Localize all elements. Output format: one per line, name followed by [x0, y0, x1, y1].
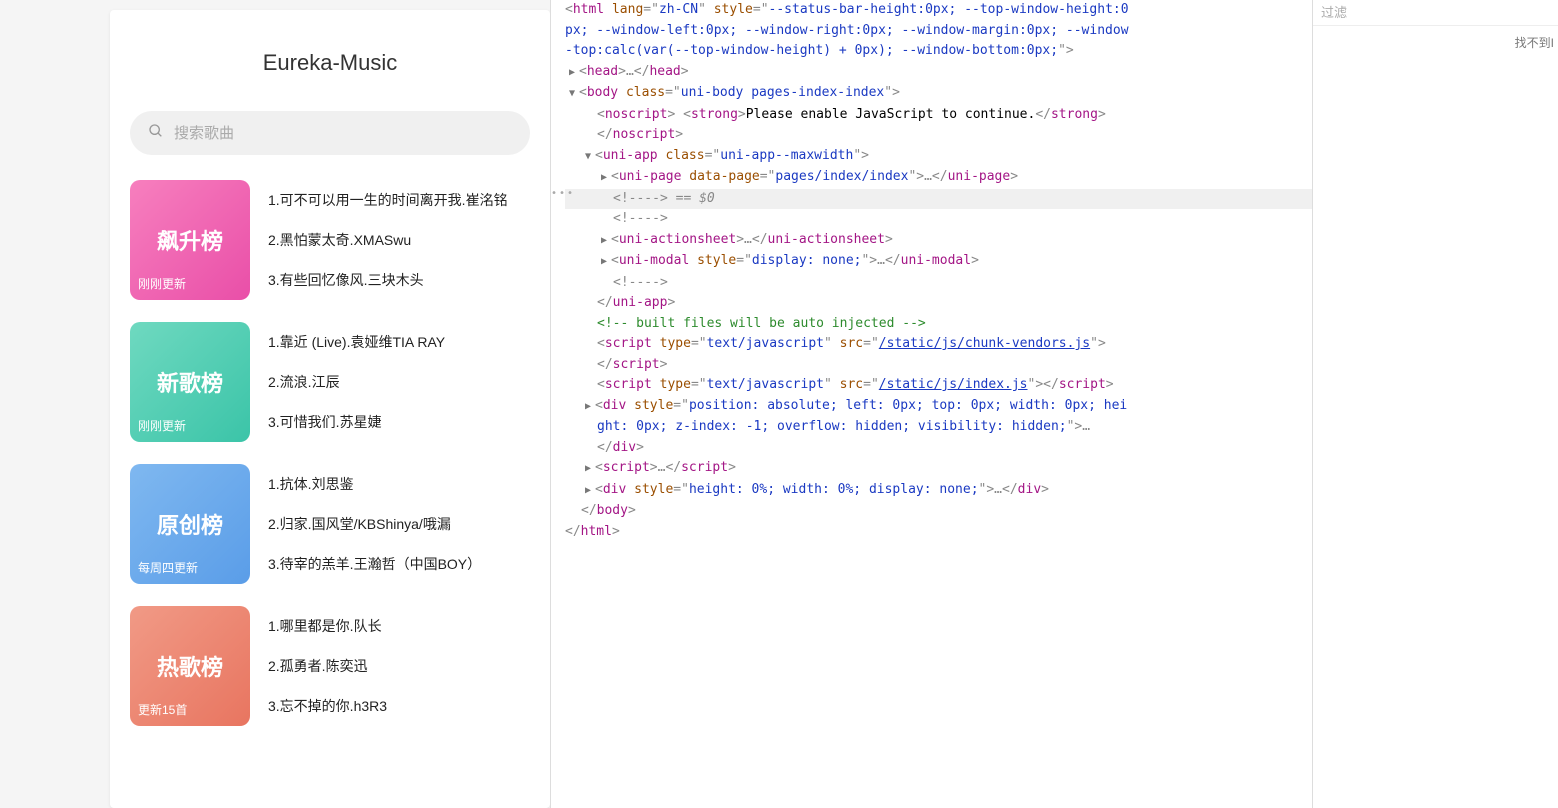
search-icon — [148, 123, 164, 144]
chart-tile-subtitle: 每周四更新 — [138, 559, 198, 576]
chart-tile-subtitle: 刚刚更新 — [138, 275, 186, 292]
song-item[interactable]: 2.归家.国风堂/KBShinya/哦漏 — [268, 512, 530, 536]
search-box[interactable] — [130, 111, 530, 155]
chart-row: 原创榜每周四更新 1.抗体.刘思鉴 2.归家.国风堂/KBShinya/哦漏 3.待宰… — [130, 464, 530, 584]
side-message: 找不到I — [1313, 26, 1558, 59]
chart-tile[interactable]: 飙升榜刚刚更新 — [130, 180, 250, 300]
song-item[interactable]: 3.待宰的羔羊.王瀚哲（中国BOY） — [268, 552, 530, 576]
chart-songs: 1.哪里都是你.队长 2.孤勇者.陈奕迅 3.忘不掉的你.h3R3 — [268, 606, 530, 726]
chart-tile-title: 新歌榜 — [157, 366, 223, 398]
song-item[interactable]: 1.哪里都是你.队长 — [268, 614, 530, 638]
chart-tile-title: 飙升榜 — [157, 224, 223, 256]
chart-tile-subtitle: 刚刚更新 — [138, 417, 186, 434]
chart-tile[interactable]: 原创榜每周四更新 — [130, 464, 250, 584]
chart-songs: 1.可不可以用一生的时间离开我.崔洺铭 2.黑怕蒙太奇.XMASwu 3.有些回忆像… — [268, 180, 530, 300]
chart-tile[interactable]: 热歌榜更新15首 — [130, 606, 250, 726]
chart-tile[interactable]: 新歌榜刚刚更新 — [130, 322, 250, 442]
song-item[interactable]: 3.有些回忆像风.三块木头 — [268, 268, 530, 292]
elements-tree[interactable]: ••• <html lang="zh-CN" style="--status-b… — [551, 0, 1312, 808]
chart-row: 热歌榜更新15首 1.哪里都是你.队长 2.孤勇者.陈奕迅 3.忘不掉的你.h3R3 — [130, 606, 530, 726]
devtools-panel: ••• <html lang="zh-CN" style="--status-b… — [550, 0, 1558, 808]
song-item[interactable]: 1.抗体.刘思鉴 — [268, 472, 530, 496]
chart-tile-title: 热歌榜 — [157, 650, 223, 682]
filter-input[interactable] — [1313, 0, 1558, 25]
song-item[interactable]: 3.忘不掉的你.h3R3 — [268, 694, 530, 718]
search-input[interactable] — [174, 125, 512, 142]
chart-tile-subtitle: 更新15首 — [138, 701, 187, 718]
song-item[interactable]: 2.孤勇者.陈奕迅 — [268, 654, 530, 678]
selected-node[interactable]: <!----> == $0 — [565, 189, 1312, 210]
styles-sidebar: 找不到I — [1312, 0, 1558, 808]
chart-songs: 1.靠近 (Live).袁娅维TIA RAY 2.流浪.江辰 3.可惜我们.苏星婕 — [268, 322, 530, 442]
chart-row: 新歌榜刚刚更新 1.靠近 (Live).袁娅维TIA RAY 2.流浪.江辰 3.可惜… — [130, 322, 530, 442]
song-item[interactable]: 1.靠近 (Live).袁娅维TIA RAY — [268, 330, 530, 354]
chart-tile-title: 原创榜 — [157, 508, 223, 540]
song-item[interactable]: 1.可不可以用一生的时间离开我.崔洺铭 — [268, 188, 530, 212]
chart-row: 飙升榜刚刚更新 1.可不可以用一生的时间离开我.崔洺铭 2.黑怕蒙太奇.XMASwu… — [130, 180, 530, 300]
song-item[interactable]: 2.黑怕蒙太奇.XMASwu — [268, 228, 530, 252]
song-item[interactable]: 3.可惜我们.苏星婕 — [268, 410, 530, 434]
app-title: Eureka-Music — [110, 30, 550, 111]
song-item[interactable]: 2.流浪.江辰 — [268, 370, 530, 394]
chart-songs: 1.抗体.刘思鉴 2.归家.国风堂/KBShinya/哦漏 3.待宰的羔羊.王瀚哲（… — [268, 464, 530, 584]
music-app-panel: Eureka-Music 飙升榜刚刚更新 1.可不可以用一生的时间离开我.崔洺铭 2… — [110, 10, 550, 808]
ellipsis-icon: ••• — [551, 184, 575, 205]
